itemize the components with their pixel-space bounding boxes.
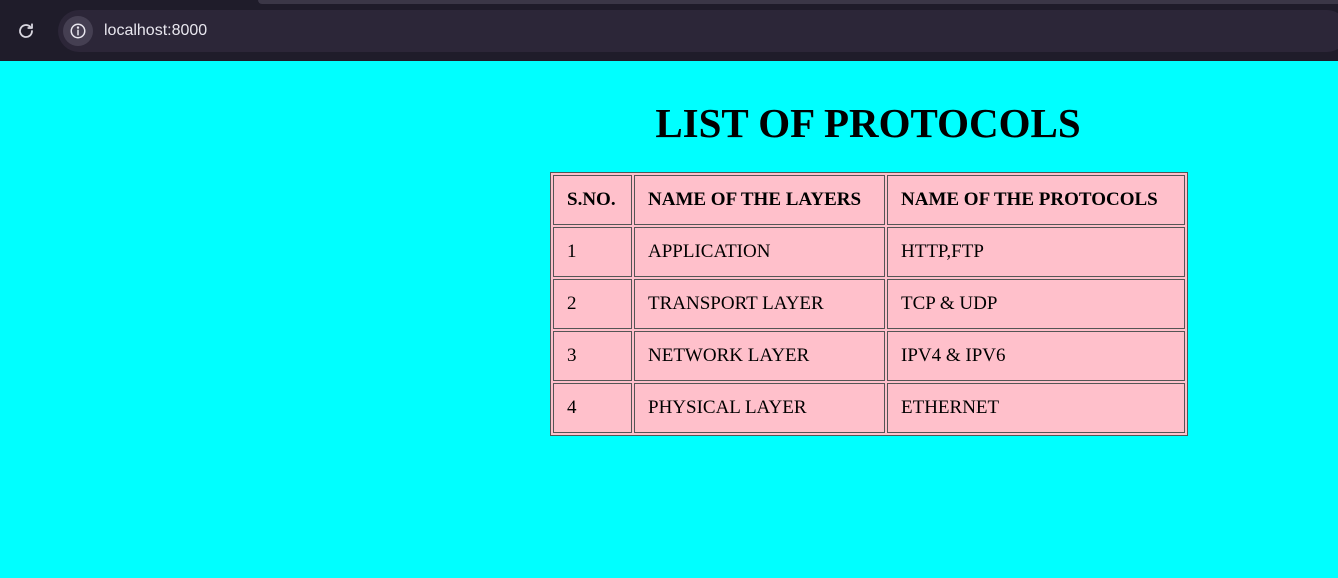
cell-layer: APPLICATION bbox=[634, 227, 885, 277]
address-bar[interactable]: localhost:8000 bbox=[58, 10, 1338, 52]
column-header-layer: NAME OF THE LAYERS bbox=[634, 175, 885, 225]
table-header-row: S.NO. NAME OF THE LAYERS NAME OF THE PRO… bbox=[553, 175, 1185, 225]
column-header-sno: S.NO. bbox=[553, 175, 632, 225]
cell-protocols: HTTP,FTP bbox=[887, 227, 1185, 277]
page-title: LIST OF PROTOCOLS bbox=[655, 100, 1081, 146]
protocols-table: S.NO. NAME OF THE LAYERS NAME OF THE PRO… bbox=[550, 172, 1188, 436]
column-header-protocols: NAME OF THE PROTOCOLS bbox=[887, 175, 1185, 225]
cell-protocols: TCP & UDP bbox=[887, 279, 1185, 329]
cell-protocols: ETHERNET bbox=[887, 383, 1185, 433]
browser-toolbar: localhost:8000 bbox=[0, 0, 1338, 61]
tab-strip bbox=[258, 0, 1338, 4]
table-row: 3 NETWORK LAYER IPV4 & IPV6 bbox=[553, 331, 1185, 381]
cell-sno: 1 bbox=[553, 227, 632, 277]
reload-icon[interactable] bbox=[12, 17, 40, 45]
page-content: LIST OF PROTOCOLS S.NO. NAME OF THE LAYE… bbox=[0, 61, 1338, 578]
cell-layer: NETWORK LAYER bbox=[634, 331, 885, 381]
cell-protocols: IPV4 & IPV6 bbox=[887, 331, 1185, 381]
table-row: 1 APPLICATION HTTP,FTP bbox=[553, 227, 1185, 277]
url-text[interactable]: localhost:8000 bbox=[104, 22, 207, 40]
cell-layer: PHYSICAL LAYER bbox=[634, 383, 885, 433]
cell-sno: 4 bbox=[553, 383, 632, 433]
cell-sno: 2 bbox=[553, 279, 632, 329]
cell-sno: 3 bbox=[553, 331, 632, 381]
site-info-icon[interactable] bbox=[63, 16, 93, 46]
table-row: 4 PHYSICAL LAYER ETHERNET bbox=[553, 383, 1185, 433]
cell-layer: TRANSPORT LAYER bbox=[634, 279, 885, 329]
table-row: 2 TRANSPORT LAYER TCP & UDP bbox=[553, 279, 1185, 329]
